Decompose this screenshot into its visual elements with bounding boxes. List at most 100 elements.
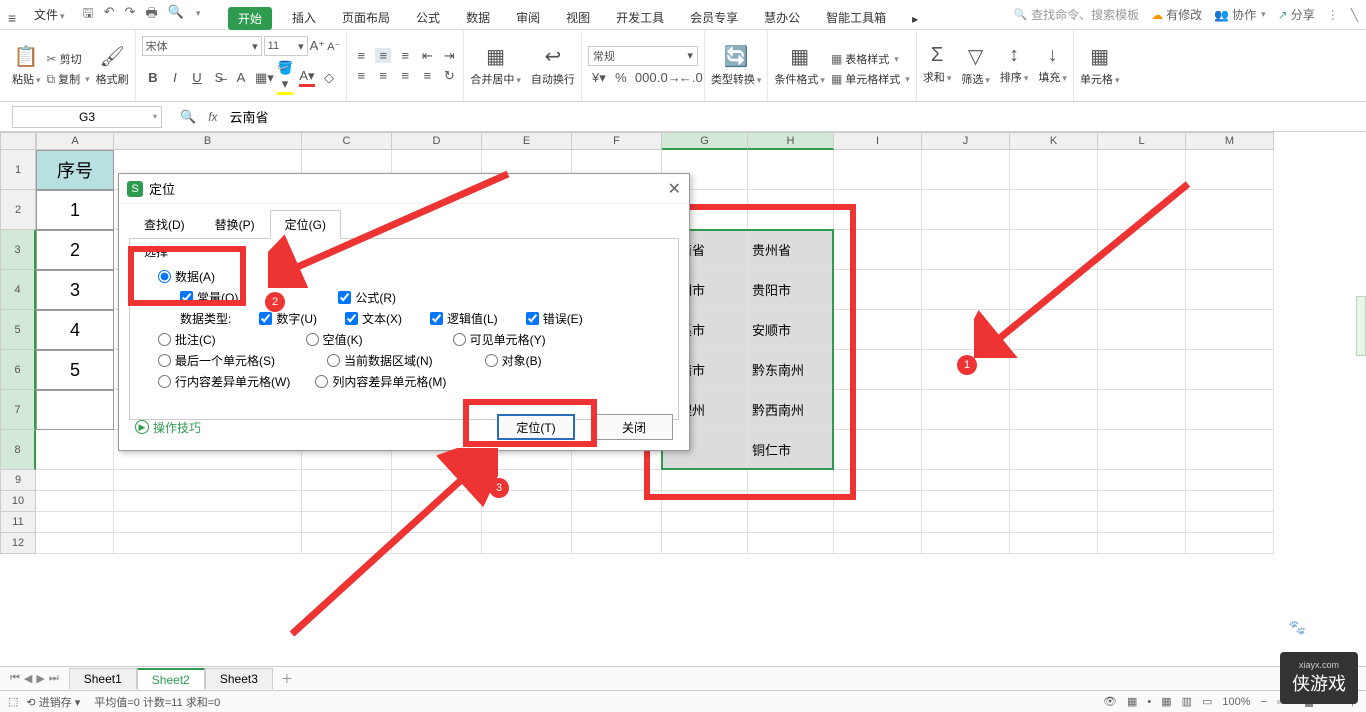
cell-L9[interactable] (1098, 470, 1186, 491)
tab-vip[interactable]: 会员专享 (684, 5, 744, 30)
indent-inc-icon[interactable]: ⇥ (441, 48, 457, 64)
cell-I7[interactable] (834, 390, 922, 430)
sort-button[interactable]: ↕排序 (1000, 44, 1029, 87)
cell-L1[interactable] (1098, 150, 1186, 190)
radio-data[interactable]: 数据(A) (158, 268, 215, 285)
row-header-9[interactable]: 9 (0, 470, 36, 491)
radio-last[interactable]: 最后一个单元格(S) (158, 352, 275, 369)
table-style-button[interactable]: ▦表格样式 (831, 51, 910, 67)
cell-J4[interactable] (922, 270, 1010, 310)
cell-J7[interactable] (922, 390, 1010, 430)
align-left-icon[interactable]: ≡ (353, 68, 369, 83)
cell-F10[interactable] (572, 491, 662, 512)
row-header-8[interactable]: 8 (0, 430, 36, 470)
sheet-tab-1[interactable]: Sheet1 (69, 668, 137, 689)
cell-M9[interactable] (1186, 470, 1274, 491)
cell-K2[interactable] (1010, 190, 1098, 230)
cell-J1[interactable] (922, 150, 1010, 190)
grid-icon[interactable]: ▦ (1127, 695, 1137, 708)
tab-dev[interactable]: 开发工具 (610, 5, 670, 30)
search-input[interactable]: 查找命令、搜索模板 (1013, 6, 1139, 23)
indent-dec-icon[interactable]: ⇤ (419, 48, 435, 64)
col-header-A[interactable]: A (36, 132, 114, 150)
cell-I11[interactable] (834, 512, 922, 533)
wrap-button[interactable]: ↩自动换行 (531, 44, 575, 87)
currency-icon[interactable]: ¥▾ (591, 70, 607, 86)
border-icon[interactable]: ▦▾ (255, 70, 271, 86)
locate-button[interactable]: 定位(T) (497, 414, 575, 440)
sheet-tab-2[interactable]: Sheet2 (137, 668, 205, 690)
cell-A10[interactable] (36, 491, 114, 512)
align-bot-icon[interactable]: ≡ (397, 48, 413, 63)
dot-icon[interactable]: • (1147, 696, 1151, 708)
justify-icon[interactable]: ≡ (419, 68, 435, 83)
cell-M6[interactable] (1186, 350, 1274, 390)
cell-L10[interactable] (1098, 491, 1186, 512)
check-formula[interactable]: 公式(R) (338, 289, 396, 306)
tab-view[interactable]: 视图 (560, 5, 596, 30)
sum-button[interactable]: Σ求和 (923, 44, 952, 87)
changes-link[interactable]: 有修改 (1151, 6, 1202, 23)
cell-A2[interactable]: 1 (36, 190, 114, 230)
cut-button[interactable]: ✂剪切 (47, 51, 90, 67)
check-number[interactable]: 数字(U) (259, 310, 317, 327)
check-logic[interactable]: 逻辑值(L) (430, 310, 498, 327)
cell-L3[interactable] (1098, 230, 1186, 270)
cell-A6[interactable]: 5 (36, 350, 114, 390)
cell-I10[interactable] (834, 491, 922, 512)
tab-replace[interactable]: 替换(P) (200, 210, 270, 239)
check-const[interactable]: 常量(O) (180, 289, 238, 306)
cell-J9[interactable] (922, 470, 1010, 491)
close-icon[interactable]: ✕ (668, 179, 681, 199)
tab-office[interactable]: 慧办公 (758, 5, 806, 30)
cell-A3[interactable]: 2 (36, 230, 114, 270)
cell-M12[interactable] (1186, 533, 1274, 554)
tab-data[interactable]: 数据 (460, 5, 496, 30)
cell-J2[interactable] (922, 190, 1010, 230)
cell-L2[interactable] (1098, 190, 1186, 230)
number-format-select[interactable]: 常规▾ (588, 46, 698, 66)
cell-E10[interactable] (482, 491, 572, 512)
cell-K8[interactable] (1010, 430, 1098, 470)
cell-B12[interactable] (114, 533, 302, 554)
cell-M1[interactable] (1186, 150, 1274, 190)
cell-J5[interactable] (922, 310, 1010, 350)
undo-label[interactable]: ⟲ 进销存 ▾ (26, 694, 80, 710)
cell-J11[interactable] (922, 512, 1010, 533)
cell-H6[interactable]: 黔东南州 (748, 350, 834, 390)
cell-style-button[interactable]: ▦单元格样式 (831, 71, 910, 87)
align-top-icon[interactable]: ≡ (353, 48, 369, 63)
cell-I6[interactable] (834, 350, 922, 390)
select-all-corner[interactable] (0, 132, 36, 150)
coop-link[interactable]: 协作 (1214, 6, 1266, 23)
cell-M4[interactable] (1186, 270, 1274, 310)
cell-L11[interactable] (1098, 512, 1186, 533)
col-header-D[interactable]: D (392, 132, 482, 150)
zoom-fx-icon[interactable]: 🔍 (180, 109, 196, 125)
more-icon[interactable]: ⋮ (1327, 8, 1339, 22)
cell-M5[interactable] (1186, 310, 1274, 350)
col-header-L[interactable]: L (1098, 132, 1186, 150)
cell-K4[interactable] (1010, 270, 1098, 310)
cell-H7[interactable]: 黔西南州 (748, 390, 834, 430)
cell-L6[interactable] (1098, 350, 1186, 390)
col-header-C[interactable]: C (302, 132, 392, 150)
tab-review[interactable]: 审阅 (510, 5, 546, 30)
cell-D12[interactable] (392, 533, 482, 554)
copy-button[interactable]: ⧉复制 (47, 71, 90, 87)
cell-H2[interactable] (748, 190, 834, 230)
zoom-label[interactable]: 100% (1222, 696, 1250, 708)
cell-K10[interactable] (1010, 491, 1098, 512)
sheet-first-icon[interactable]: ⏮ (10, 672, 20, 685)
cell-M3[interactable] (1186, 230, 1274, 270)
close-button[interactable]: 关闭 (595, 414, 673, 440)
radio-visible[interactable]: 可见单元格(Y) (453, 331, 546, 348)
cell-K9[interactable] (1010, 470, 1098, 491)
tab-goto[interactable]: 定位(G) (270, 210, 341, 239)
row-header-1[interactable]: 1 (0, 150, 36, 190)
typography-icon[interactable]: A (233, 70, 249, 85)
cell-K5[interactable] (1010, 310, 1098, 350)
italic-icon[interactable]: I (167, 70, 183, 85)
tab-insert[interactable]: 插入 (286, 5, 322, 30)
row-header-12[interactable]: 12 (0, 533, 36, 554)
